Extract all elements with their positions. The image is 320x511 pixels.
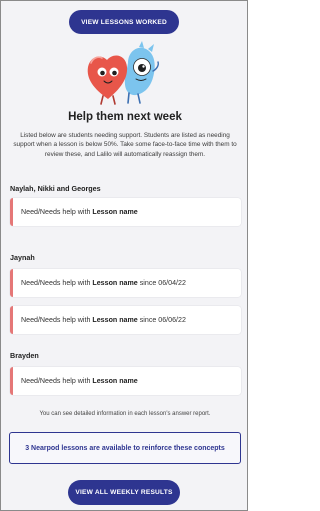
student-group-title: Brayden bbox=[10, 351, 39, 360]
answer-report-note: You can see detailed information in each… bbox=[39, 411, 211, 417]
lesson-help-row[interactable]: Need/Needs help with Lesson name bbox=[10, 198, 241, 226]
page-title: Help them next week bbox=[68, 111, 182, 123]
lesson-help-row[interactable]: Need/Needs help with Lesson name since 0… bbox=[10, 269, 241, 297]
lesson-name: Lesson name bbox=[92, 279, 138, 287]
student-group-title: Jaynah bbox=[10, 253, 35, 262]
nearpod-lessons-link[interactable]: 3 Nearpod lessons are available to reinf… bbox=[9, 432, 241, 464]
help-next-week-panel: VIEW LESSONS WORKED Help them next week … bbox=[0, 0, 248, 511]
row-since-date: since 06/06/22 bbox=[139, 316, 186, 324]
row-prefix: Need/Needs help with bbox=[21, 316, 91, 324]
row-prefix: Need/Needs help with bbox=[21, 377, 91, 385]
lesson-name: Lesson name bbox=[92, 316, 138, 324]
lesson-name: Lesson name bbox=[92, 208, 138, 216]
lesson-help-row[interactable]: Need/Needs help with Lesson name since 0… bbox=[10, 306, 241, 334]
intro-text: Listed below are students needing suppor… bbox=[13, 132, 237, 158]
lesson-help-row[interactable]: Need/Needs help with Lesson name bbox=[10, 367, 241, 395]
mascot-illustration-icon bbox=[87, 41, 159, 105]
row-prefix: Need/Needs help with bbox=[21, 279, 91, 287]
lesson-name: Lesson name bbox=[92, 377, 138, 385]
row-since-date: since 06/04/22 bbox=[139, 279, 186, 287]
view-all-weekly-results-button[interactable]: VIEW ALL WEEKLY RESULTS bbox=[68, 480, 180, 505]
student-group-title: Naylah, Nikki and Georges bbox=[10, 184, 101, 193]
row-prefix: Need/Needs help with bbox=[21, 208, 91, 216]
view-lessons-worked-button[interactable]: VIEW LESSONS WORKED bbox=[69, 10, 179, 34]
